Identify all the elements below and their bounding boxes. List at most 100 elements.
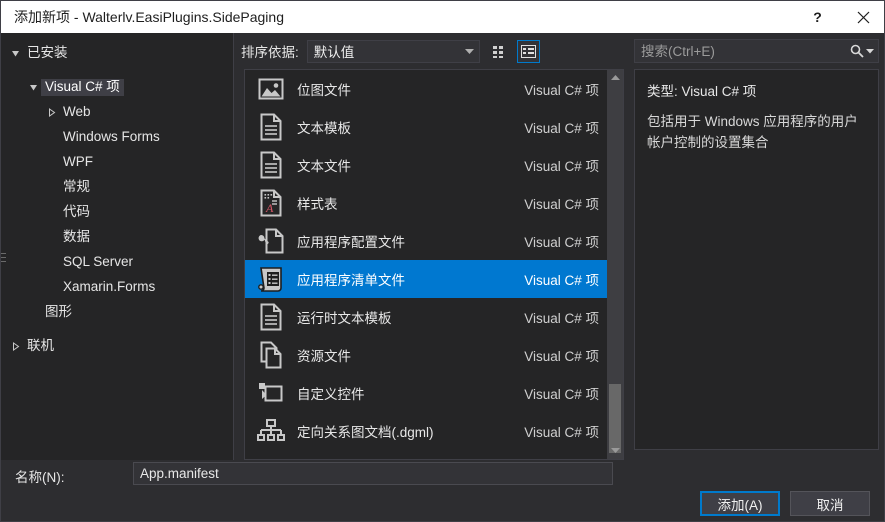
tree-node-label: 数据 [59, 229, 94, 246]
tree-node-label: 已安装 [23, 45, 72, 62]
list-item[interactable]: 资源文件 Visual C# 项 [245, 336, 607, 374]
tree-node-label: 代码 [59, 204, 94, 221]
list-item-name: 文本模板 [297, 117, 524, 137]
tree-spacer [1, 66, 233, 75]
app-manifest-file-icon [255, 263, 287, 295]
scroll-up-button[interactable] [607, 70, 623, 86]
list-item-name: 自定义控件 [297, 383, 524, 403]
chevron-down-icon [461, 48, 479, 54]
list-item-name: 位图文件 [297, 79, 524, 99]
name-field-label: 名称(N): [15, 466, 65, 486]
question-mark-icon: ? [813, 9, 822, 25]
tree-node-installed[interactable]: 已安装 [1, 41, 233, 66]
list-item[interactable]: 定向关系图文档(.dgml) Visual C# 项 [245, 412, 607, 450]
list-item-type: Visual C# 项 [524, 269, 599, 289]
list-item[interactable]: 自定义控件 Visual C# 项 [245, 374, 607, 412]
panel-splitter-handle[interactable] [1, 253, 6, 277]
close-icon [857, 11, 870, 24]
tree-node-web[interactable]: Web [1, 100, 233, 125]
list-item-type: Visual C# 项 [524, 345, 599, 365]
category-tree: 已安装 Visual C# 项 Web Windows Forms [1, 33, 233, 359]
search-icon[interactable] [850, 44, 864, 58]
sort-toolbar: 排序依据: 默认值 [234, 33, 624, 69]
chevron-down-icon[interactable] [866, 48, 874, 54]
cancel-button[interactable]: 取消 [790, 491, 870, 516]
chevron-up-icon [611, 75, 620, 81]
list-item-name: 样式表 [297, 193, 524, 213]
directed-graph-document-icon [255, 415, 287, 447]
list-item-type: Visual C# 项 [524, 79, 599, 99]
name-input[interactable] [134, 463, 612, 484]
add-button[interactable]: 添加(A) [700, 491, 780, 516]
list-view-icon [521, 45, 536, 58]
close-button[interactable] [840, 1, 885, 33]
sort-by-label: 排序依据: [241, 41, 299, 61]
list-item[interactable]: 位图文件 Visual C# 项 [245, 70, 607, 108]
name-field-wrapper[interactable] [133, 462, 613, 485]
title-bar-buttons: ? [795, 1, 885, 33]
svg-text:A: A [265, 201, 274, 215]
tree-node-wpf[interactable]: WPF [1, 150, 233, 175]
chevron-down-icon [611, 448, 620, 454]
tree-node-data[interactable]: 数据 [1, 225, 233, 250]
list-item[interactable]: 应用程序清单文件 Visual C# 项 [245, 260, 607, 298]
tree-node-label: 联机 [23, 338, 58, 355]
tree-node-label: WPF [59, 154, 97, 171]
list-item-name: 定向关系图文档(.dgml) [297, 421, 524, 441]
template-list[interactable]: 位图文件 Visual C# 项 [244, 69, 607, 460]
sort-by-dropdown[interactable]: 默认值 [307, 40, 480, 63]
template-list-scrollbar[interactable] [607, 69, 624, 460]
template-list-container: 位图文件 Visual C# 项 [244, 69, 624, 460]
templates-panel: 排序依据: 默认值 [234, 33, 624, 460]
help-button[interactable]: ? [795, 1, 840, 33]
tree-node-label: 常规 [59, 179, 94, 196]
search-input[interactable] [635, 43, 850, 60]
list-item-type: Visual C# 项 [524, 155, 599, 175]
tree-node-label: Xamarin.Forms [59, 279, 159, 296]
tree-node-graphics[interactable]: 图形 [1, 300, 233, 325]
list-item[interactable]: 应用程序配置文件 Visual C# 项 [245, 222, 607, 260]
tree-node-general[interactable]: 常规 [1, 175, 233, 200]
item-type-label: 类型: Visual C# 项 [647, 80, 866, 100]
scroll-down-button[interactable] [607, 443, 623, 459]
list-item-name: 应用程序清单文件 [297, 269, 524, 289]
dialog-body: 已安装 Visual C# 项 Web Windows Forms [1, 33, 885, 460]
sort-by-value: 默认值 [314, 41, 461, 61]
text-template-icon [255, 111, 287, 143]
list-item[interactable]: A 样式表 Visual C# 项 [245, 184, 607, 222]
tree-node-label: Web [59, 104, 95, 121]
search-box[interactable] [634, 39, 879, 63]
tree-node-windows-forms[interactable]: Windows Forms [1, 125, 233, 150]
expander-down-icon[interactable] [25, 75, 41, 100]
item-details: 类型: Visual C# 项 包括用于 Windows 应用程序的用户帐户控制… [634, 69, 879, 450]
list-item[interactable]: 文本模板 Visual C# 项 [245, 108, 607, 146]
details-panel: 类型: Visual C# 项 包括用于 Windows 应用程序的用户帐户控制… [624, 33, 885, 460]
list-item-name: 文本文件 [297, 155, 524, 175]
expander-right-icon[interactable] [7, 334, 23, 359]
tree-node-xamarin-forms[interactable]: Xamarin.Forms [1, 275, 233, 300]
tree-spacer [1, 325, 233, 334]
list-item-name: 运行时文本模板 [297, 307, 524, 327]
tree-node-label: 图形 [41, 304, 76, 321]
search-box-icons [850, 44, 878, 58]
list-item-type: Visual C# 项 [524, 117, 599, 137]
list-item[interactable]: 文本文件 Visual C# 项 [245, 146, 607, 184]
view-mode-toggles [489, 40, 540, 63]
tree-node-visual-csharp-items[interactable]: Visual C# 项 [1, 75, 233, 100]
tree-node-sql-server[interactable]: SQL Server [1, 250, 233, 275]
stylesheet-icon: A [255, 187, 287, 219]
expander-right-icon[interactable] [43, 100, 59, 125]
list-item-type: Visual C# 项 [524, 231, 599, 251]
runtime-text-template-icon [255, 301, 287, 333]
grid-view-button[interactable] [489, 40, 512, 63]
list-view-button[interactable] [517, 40, 540, 63]
list-item-name: 应用程序配置文件 [297, 231, 524, 251]
app-config-file-icon [255, 225, 287, 257]
list-item-type: Visual C# 项 [524, 307, 599, 327]
add-new-item-dialog: 添加新项 - Walterlv.EasiPlugins.SidePaging ? [0, 0, 885, 522]
tree-node-online[interactable]: 联机 [1, 334, 233, 359]
list-item[interactable]: 运行时文本模板 Visual C# 项 [245, 298, 607, 336]
expander-down-icon[interactable] [7, 41, 23, 66]
tree-node-code[interactable]: 代码 [1, 200, 233, 225]
custom-control-icon [255, 377, 287, 409]
